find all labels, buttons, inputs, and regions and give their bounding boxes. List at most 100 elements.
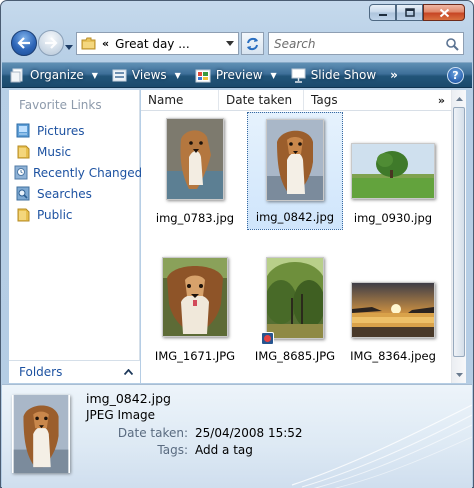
chevron-down-icon: ▼ bbox=[91, 70, 98, 80]
file-name: img_0783.jpg bbox=[155, 211, 235, 225]
back-button[interactable] bbox=[11, 30, 37, 56]
organize-label: Organize bbox=[30, 68, 84, 82]
pictures-icon bbox=[14, 123, 32, 138]
file-list-pane: Name Date taken Tags » img_0783.jpg img_… bbox=[141, 90, 466, 383]
details-file-type: JPEG Image bbox=[86, 408, 156, 422]
file-item[interactable]: img_0930.jpg bbox=[345, 114, 441, 232]
sidebar-item-music[interactable]: Music bbox=[14, 141, 138, 162]
vertical-scrollbar[interactable] bbox=[451, 90, 466, 383]
favorite-links-heading: Favorite Links bbox=[19, 98, 102, 112]
sidebar-item-searches[interactable]: Searches bbox=[14, 183, 138, 204]
file-name: img_0842.jpg bbox=[255, 210, 335, 224]
refresh-button[interactable] bbox=[241, 32, 264, 55]
search-icon[interactable] bbox=[445, 37, 459, 51]
back-arrow-icon bbox=[17, 37, 30, 49]
public-folder-icon bbox=[14, 207, 32, 222]
explorer-window: « Great day ... Organize ▼ Views ▼ Prev bbox=[0, 0, 474, 488]
recently-changed-icon bbox=[14, 165, 28, 180]
file-item-selected[interactable]: img_0842.jpg bbox=[247, 112, 343, 230]
forward-button[interactable] bbox=[38, 30, 64, 56]
preview-icon bbox=[195, 69, 211, 82]
thumbnail-image bbox=[266, 119, 324, 201]
maximize-button[interactable] bbox=[396, 4, 423, 21]
sidebar-item-public[interactable]: Public bbox=[14, 204, 138, 225]
folders-label: Folders bbox=[19, 365, 63, 379]
thumbnail-image bbox=[166, 118, 224, 200]
sidebar-item-label: Recently Changed bbox=[33, 165, 143, 180]
details-preview-image bbox=[12, 395, 70, 473]
file-name: IMG_8364.jpeg bbox=[350, 349, 436, 363]
details-file-name: img_0842.jpg bbox=[86, 391, 171, 406]
sidebar-item-pictures[interactable]: Pictures bbox=[14, 120, 138, 141]
command-bar: Organize ▼ Views ▼ Preview ▼ Slide Show … bbox=[2, 62, 472, 88]
preview-button[interactable]: Preview ▼ bbox=[187, 63, 283, 87]
recent-pages-dropdown[interactable] bbox=[65, 39, 73, 53]
chevron-up-icon bbox=[456, 96, 463, 101]
chevron-down-icon bbox=[65, 45, 73, 50]
refresh-icon bbox=[247, 37, 258, 50]
navigation-pane: Favorite Links Pictures Music Recently C… bbox=[9, 90, 142, 383]
sidebar-item-label: Searches bbox=[37, 186, 92, 201]
date-taken-value[interactable]: 25/04/2008 15:52 bbox=[195, 426, 303, 440]
minimize-button[interactable] bbox=[369, 4, 396, 21]
folder-icon bbox=[81, 37, 96, 50]
thumbnail-image bbox=[351, 143, 435, 199]
column-overflow-button[interactable]: » bbox=[438, 94, 445, 107]
toolbar-overflow-button[interactable]: » bbox=[390, 68, 398, 82]
scrollbar-thumb[interactable] bbox=[453, 107, 465, 357]
thumbnail-image bbox=[261, 257, 324, 345]
sidebar-item-label: Pictures bbox=[37, 123, 85, 138]
searches-icon bbox=[14, 186, 32, 201]
tags-label: Tags: bbox=[157, 443, 188, 457]
file-name: img_0930.jpg bbox=[353, 211, 433, 225]
file-item[interactable]: IMG_8364.jpeg bbox=[345, 252, 441, 370]
search-input[interactable] bbox=[274, 36, 444, 51]
views-icon bbox=[112, 69, 127, 81]
column-header-date-taken[interactable]: Date taken bbox=[219, 90, 304, 110]
slideshow-icon bbox=[291, 68, 306, 83]
chevron-down-icon: ▼ bbox=[174, 70, 181, 80]
column-headers: Name Date taken Tags » bbox=[141, 90, 453, 111]
organize-icon bbox=[10, 68, 23, 82]
file-name: IMG_8685.JPG bbox=[254, 349, 336, 363]
scroll-down-button[interactable] bbox=[453, 367, 466, 382]
sync-badge-icon bbox=[261, 332, 274, 345]
search-box[interactable] bbox=[268, 32, 464, 55]
help-button[interactable]: ? bbox=[447, 67, 464, 84]
chevron-down-icon bbox=[456, 372, 463, 377]
favorite-links-list: Pictures Music Recently Changed Searches bbox=[14, 120, 142, 225]
breadcrumb-chevron[interactable]: « bbox=[102, 37, 109, 50]
thumbnail-image bbox=[162, 257, 228, 337]
help-icon: ? bbox=[452, 69, 459, 82]
chevron-down-icon bbox=[226, 41, 234, 46]
minimize-icon bbox=[378, 13, 387, 16]
tags-value[interactable]: Add a tag bbox=[195, 443, 253, 457]
close-button[interactable] bbox=[423, 4, 465, 21]
views-button[interactable]: Views ▼ bbox=[104, 63, 187, 87]
folders-toggle[interactable]: Folders bbox=[9, 360, 140, 383]
breadcrumb-path[interactable]: Great day ... bbox=[115, 37, 222, 51]
file-item[interactable]: img_0783.jpg bbox=[147, 114, 243, 232]
chevron-up-icon bbox=[124, 369, 133, 375]
file-item[interactable]: IMG_8685.JPG bbox=[247, 252, 343, 370]
column-header-tags[interactable]: Tags bbox=[304, 90, 364, 110]
slideshow-button[interactable]: Slide Show bbox=[283, 63, 388, 87]
music-folder-icon bbox=[14, 144, 32, 159]
sidebar-item-label: Music bbox=[37, 144, 72, 159]
file-item[interactable]: IMG_1671.JPG bbox=[147, 252, 243, 370]
forward-arrow-icon bbox=[45, 37, 58, 49]
sidebar-item-recently-changed[interactable]: Recently Changed bbox=[14, 162, 142, 183]
organize-button[interactable]: Organize ▼ bbox=[2, 63, 104, 87]
address-bar[interactable]: « Great day ... bbox=[76, 32, 239, 55]
column-header-name[interactable]: Name bbox=[141, 90, 219, 110]
slideshow-label: Slide Show bbox=[310, 68, 377, 82]
caption-buttons bbox=[369, 4, 465, 21]
address-dropdown[interactable] bbox=[222, 41, 238, 46]
preview-label: Preview bbox=[215, 68, 263, 82]
chevron-down-icon: ▼ bbox=[270, 70, 277, 80]
navigation-row: « Great day ... bbox=[1, 25, 473, 65]
views-label: Views bbox=[131, 68, 167, 82]
scroll-up-button[interactable] bbox=[453, 91, 466, 106]
close-icon bbox=[439, 8, 449, 17]
details-pane: img_0842.jpg JPEG Image Date taken: 25/0… bbox=[2, 384, 472, 488]
